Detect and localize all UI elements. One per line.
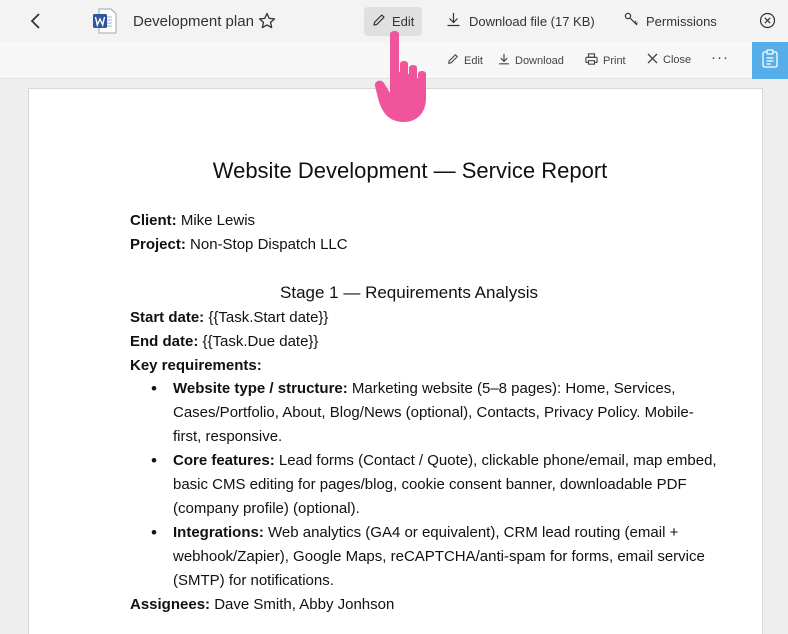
end-date-label: End date: bbox=[130, 333, 199, 350]
toolbar-print-button[interactable]: Print bbox=[585, 53, 626, 68]
list-item: Website type / structure: Marketing webs… bbox=[151, 377, 718, 449]
toolbar-edit-label: Edit bbox=[464, 54, 483, 67]
requirement-label: Integrations: bbox=[173, 524, 264, 541]
end-date-line: End date: {{Task.Due date}} bbox=[130, 330, 318, 354]
key-icon bbox=[624, 12, 640, 30]
more-options-button[interactable]: ··· bbox=[711, 49, 729, 66]
toolbar-download-button[interactable]: Download bbox=[498, 53, 564, 68]
toolbar-download-label: Download bbox=[515, 54, 564, 67]
close-icon bbox=[647, 53, 658, 67]
hand-pointer-icon bbox=[372, 28, 444, 126]
edit-label: Edit bbox=[392, 14, 415, 29]
assignees-line: Assignees: Dave Smith, Abby Jonhson bbox=[130, 593, 394, 617]
toolbar-edit-button[interactable]: Edit bbox=[447, 53, 483, 68]
download-icon bbox=[446, 12, 461, 30]
clipboard-icon bbox=[762, 48, 778, 73]
clipboard-panel-button[interactable] bbox=[752, 42, 788, 79]
start-date-line: Start date: {{Task.Start date}} bbox=[130, 306, 328, 330]
list-item: Integrations: Web analytics (GA4 or equi… bbox=[151, 521, 718, 593]
permissions-button[interactable]: Permissions bbox=[624, 12, 717, 30]
toolbar-close-label: Close bbox=[663, 54, 692, 66]
stage-title: Stage 1 — Requirements Analysis bbox=[280, 283, 538, 302]
project-line: Project: Non-Stop Dispatch LLC bbox=[130, 233, 348, 257]
project-label: Project: bbox=[130, 236, 186, 253]
client-value: Mike Lewis bbox=[176, 212, 256, 229]
close-circle-icon[interactable] bbox=[759, 12, 776, 29]
printer-icon bbox=[585, 53, 598, 68]
download-file-button[interactable]: Download file (17 KB) bbox=[446, 12, 595, 30]
client-label: Client: bbox=[130, 212, 177, 229]
download-file-label: Download file (17 KB) bbox=[469, 13, 595, 29]
start-date-label: Start date: bbox=[130, 309, 205, 326]
project-value: Non-Stop Dispatch LLC bbox=[185, 236, 348, 253]
word-icon bbox=[93, 8, 117, 34]
back-chevron-icon[interactable] bbox=[26, 11, 46, 31]
toolbar-print-label: Print bbox=[603, 54, 626, 67]
document-page: Website Development — Service Report Cli… bbox=[28, 88, 763, 634]
list-item: Core features: Lead forms (Contact / Quo… bbox=[151, 449, 718, 521]
requirement-label: Website type / structure: bbox=[173, 380, 348, 397]
assignees-value: Dave Smith, Abby Jonhson bbox=[210, 596, 395, 613]
permissions-label: Permissions bbox=[646, 13, 717, 29]
pencil-icon bbox=[447, 53, 459, 68]
key-requirements-heading: Key requirements: bbox=[130, 354, 262, 378]
client-line: Client: Mike Lewis bbox=[130, 209, 255, 233]
report-title: Website Development — Service Report bbox=[212, 158, 608, 183]
download-icon bbox=[498, 53, 510, 68]
requirement-label: Core features: bbox=[173, 452, 275, 469]
start-date-value: {{Task.Start date}} bbox=[204, 309, 329, 326]
key-requirements-label: Key requirements: bbox=[130, 357, 262, 374]
document-title: Development plan bbox=[133, 13, 254, 30]
requirements-list: Website type / structure: Marketing webs… bbox=[151, 377, 718, 593]
star-icon[interactable] bbox=[258, 12, 276, 30]
end-date-value: {{Task.Due date}} bbox=[198, 333, 319, 350]
assignees-label: Assignees: bbox=[130, 596, 211, 613]
toolbar-close-button[interactable]: Close bbox=[647, 53, 691, 67]
